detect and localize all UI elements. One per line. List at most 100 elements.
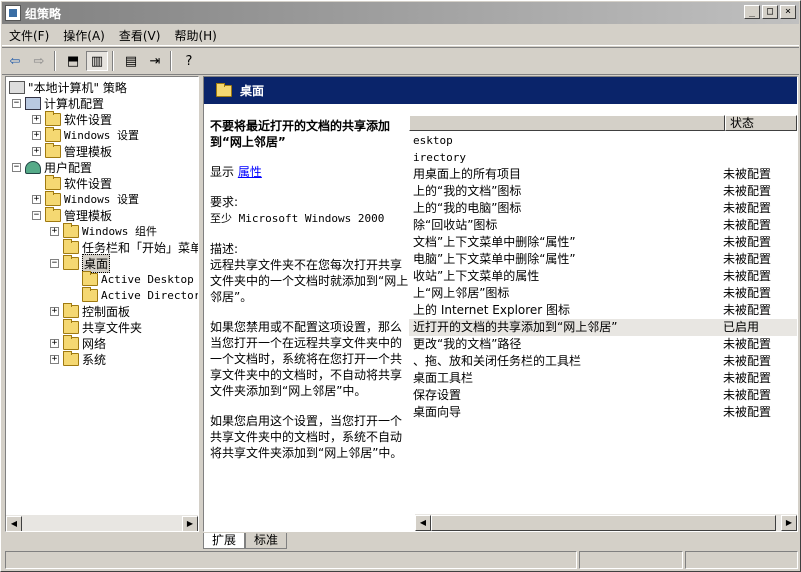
collapse-icon[interactable]: − bbox=[12, 98, 21, 108]
tree-user-windows[interactable]: + Windows 设置 bbox=[32, 190, 139, 207]
column-header-setting[interactable] bbox=[409, 115, 725, 131]
list-item[interactable]: 更改“我的文档”路径 未被配置 bbox=[409, 336, 797, 353]
list-item[interactable]: 除“回收站”图标 未被配置 bbox=[409, 217, 797, 234]
scroll-thumb[interactable] bbox=[431, 514, 776, 531]
tree-taskbar-start[interactable]: 任务栏和「开始」菜单 bbox=[50, 238, 198, 255]
folder-icon bbox=[63, 302, 79, 318]
group-policy-icon bbox=[5, 5, 21, 21]
tab-extended[interactable]: 扩展 bbox=[203, 533, 246, 549]
show-tree-icon[interactable]: ▥ bbox=[86, 51, 108, 71]
list-item[interactable]: 上“网上邻居”图标 未被配置 bbox=[409, 285, 797, 302]
scroll-right-icon[interactable]: ▶ bbox=[182, 515, 198, 531]
list-item[interactable]: 上的 Internet Explorer 图标 未被配置 bbox=[409, 302, 797, 319]
scroll-left-icon[interactable]: ◀ bbox=[6, 515, 22, 531]
collapse-icon[interactable]: − bbox=[12, 162, 21, 172]
minimize-button[interactable]: _ bbox=[744, 5, 760, 19]
back-arrow-icon[interactable]: ⇦ bbox=[4, 51, 26, 71]
list-item[interactable]: 桌面向导 未被配置 bbox=[409, 404, 797, 421]
tree-active-directory[interactable]: Active Directory bbox=[82, 286, 198, 303]
list-horizontal-scrollbar[interactable]: ◀ ▶ bbox=[415, 514, 797, 531]
tab-standard[interactable]: 标准 bbox=[245, 533, 288, 549]
up-folder-icon[interactable]: ⬒ bbox=[62, 51, 84, 71]
collapse-icon[interactable]: − bbox=[50, 258, 59, 268]
status-pane-2 bbox=[579, 551, 683, 569]
policy-icon bbox=[9, 80, 25, 94]
folder-icon bbox=[216, 82, 232, 97]
menu-bar: 文件(F) 操作(A) 查看(V) 帮助(H) bbox=[2, 25, 799, 46]
tree-comp-windows[interactable]: + Windows 设置 bbox=[32, 126, 139, 143]
extended-description: 不要将最近打开的文档的共享添加到“网上邻居” 显示 属性 要求: 至少 Micr… bbox=[204, 104, 409, 524]
tree-horizontal-scrollbar[interactable]: ◀ ▶ bbox=[6, 515, 198, 531]
open-folder-icon bbox=[63, 254, 79, 270]
list-item[interactable]: 桌面工具栏 未被配置 bbox=[409, 370, 797, 387]
expand-icon[interactable]: + bbox=[50, 338, 59, 348]
expand-icon[interactable]: + bbox=[50, 306, 59, 316]
folder-icon bbox=[63, 238, 79, 254]
properties-icon[interactable]: ▤ bbox=[120, 51, 142, 71]
description-paragraph-2: 如果您禁用或不配置这项设置，那么当您打开一个在远程共享文件夹中的一个文档时，系统… bbox=[210, 320, 403, 398]
menu-help[interactable]: 帮助(H) bbox=[167, 27, 223, 44]
properties-link[interactable]: 属性 bbox=[238, 165, 262, 179]
details-header-title: 桌面 bbox=[240, 84, 265, 98]
description: 描述: 远程共享文件夹不在您每次打开共享文件夹中的一个文档时就添加到“网上邻居”… bbox=[210, 242, 409, 304]
folder-icon bbox=[45, 206, 61, 222]
folder-icon bbox=[45, 110, 61, 126]
list-item[interactable]: 上的“我的文档”图标 未被配置 bbox=[409, 183, 797, 200]
list-item[interactable]: irectory bbox=[409, 149, 797, 166]
close-button[interactable]: × bbox=[780, 5, 796, 19]
list-item[interactable]: 电脑”上下文菜单中删除“属性” 未被配置 bbox=[409, 251, 797, 268]
expand-icon[interactable]: + bbox=[32, 146, 41, 156]
requirements: 要求: 至少 Microsoft Windows 2000 bbox=[210, 195, 385, 225]
settings-list[interactable]: 状态 esktop irectory 用桌面上的所有项目 未被配置 上的“我的文档… bbox=[409, 107, 797, 515]
column-header-state[interactable]: 状态 bbox=[725, 115, 797, 131]
list-item[interactable]: 、拖、放和关闭任务栏的工具栏 未被配置 bbox=[409, 353, 797, 370]
tree-user-admin[interactable]: − 管理模板 bbox=[32, 206, 112, 223]
user-icon bbox=[25, 160, 41, 174]
folder-icon bbox=[63, 350, 79, 366]
title-bar[interactable]: 组策略 _ □ × bbox=[2, 2, 799, 24]
scroll-left-icon[interactable]: ◀ bbox=[415, 514, 431, 531]
menu-file[interactable]: 文件(F) bbox=[2, 27, 56, 44]
details-pane: 桌面 不要将最近打开的文档的共享添加到“网上邻居” 显示 属性 要求: 至少 M… bbox=[203, 76, 798, 532]
tree-comp-software[interactable]: + 软件设置 bbox=[32, 110, 112, 127]
tree-control-panel[interactable]: + 控制面板 bbox=[50, 302, 130, 319]
folder-icon bbox=[63, 222, 79, 238]
tree-pane[interactable]: "本地计算机" 策略 − 计算机配置 + 软件设置 + Windows 设置 +… bbox=[5, 76, 199, 532]
list-item[interactable]: 文档”上下文菜单中删除“属性” 未被配置 bbox=[409, 234, 797, 251]
tree-desktop[interactable]: − 桌面 bbox=[50, 253, 111, 273]
tree-windows-components[interactable]: + Windows 组件 bbox=[50, 222, 157, 239]
status-bar bbox=[5, 551, 798, 570]
menu-view[interactable]: 查看(V) bbox=[112, 27, 168, 44]
tree-system[interactable]: + 系统 bbox=[50, 350, 106, 367]
scroll-right-icon[interactable]: ▶ bbox=[781, 514, 797, 531]
export-list-icon[interactable]: ⇥ bbox=[144, 51, 166, 71]
help-icon[interactable]: ? bbox=[178, 51, 200, 71]
tree-network[interactable]: + 网络 bbox=[50, 334, 106, 351]
list-item[interactable]: 上的“我的电脑”图标 未被配置 bbox=[409, 200, 797, 217]
list-item[interactable]: 保存设置 未被配置 bbox=[409, 387, 797, 404]
list-item[interactable]: 收站”上下文菜单的属性 未被配置 bbox=[409, 268, 797, 285]
menu-action[interactable]: 操作(A) bbox=[56, 27, 112, 44]
expand-icon[interactable]: + bbox=[50, 226, 59, 236]
expand-icon[interactable]: + bbox=[32, 114, 41, 124]
details-header: 桌面 bbox=[204, 77, 797, 104]
folder-icon bbox=[45, 142, 61, 158]
tree-computer-config[interactable]: − 计算机配置 bbox=[12, 95, 104, 111]
list-item[interactable]: esktop bbox=[409, 132, 797, 149]
forward-arrow-icon[interactable]: ⇨ bbox=[28, 51, 50, 71]
tree-comp-admin[interactable]: + 管理模板 bbox=[32, 142, 112, 159]
tree-user-software[interactable]: 软件设置 bbox=[32, 174, 112, 191]
expand-icon[interactable]: + bbox=[50, 354, 59, 364]
expand-icon[interactable]: + bbox=[32, 130, 41, 140]
maximize-button[interactable]: □ bbox=[762, 5, 778, 19]
expand-icon[interactable]: + bbox=[32, 194, 41, 204]
tree-shared-folders[interactable]: 共享文件夹 bbox=[50, 318, 142, 335]
tree-user-config[interactable]: − 用户配置 bbox=[12, 159, 92, 175]
list-item-selected[interactable]: 近打开的文档的共享添加到“网上邻居” 已启用 bbox=[409, 319, 797, 336]
tree-active-desktop[interactable]: Active Desktop bbox=[82, 270, 194, 287]
list-item[interactable]: 用桌面上的所有项目 未被配置 bbox=[409, 166, 797, 183]
folder-icon bbox=[45, 190, 61, 206]
status-pane-3 bbox=[685, 551, 798, 569]
tree-root[interactable]: "本地计算机" 策略 bbox=[9, 79, 127, 95]
collapse-icon[interactable]: − bbox=[32, 210, 41, 220]
